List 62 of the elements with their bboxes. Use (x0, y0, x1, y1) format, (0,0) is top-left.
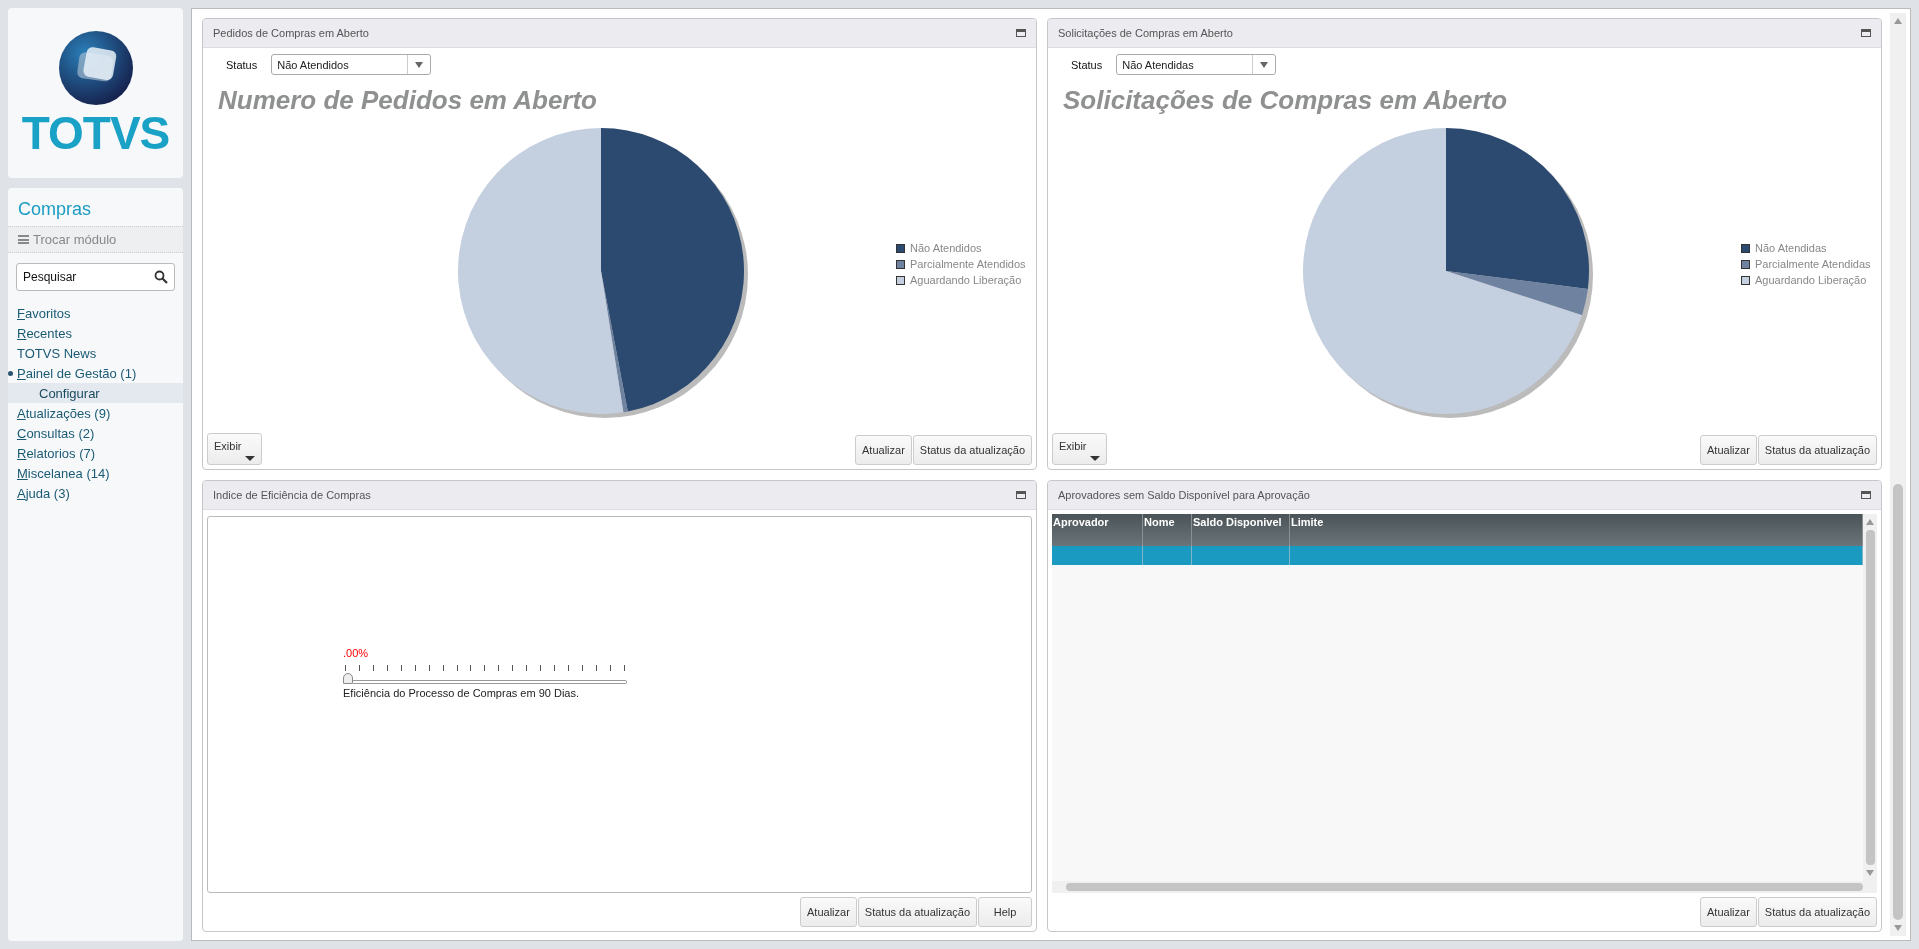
panel-button[interactable]: Status da atualização (912, 435, 1032, 465)
panel-title: Aprovadores sem Saldo Disponível para Aprovação (1058, 489, 1310, 501)
horizontal-scrollbar[interactable] (1052, 881, 1877, 893)
menu-icon (18, 235, 29, 244)
menu-item[interactable]: Ajuda (3) (17, 485, 70, 501)
caret-icon (245, 456, 255, 461)
brand-name: TOTVS (21, 110, 170, 156)
bullet-icon (8, 370, 13, 376)
legend-label: Aguardando Liberação (910, 274, 1022, 286)
gauge-caption: Eficiência do Processo de Compras em 90 Dias. (343, 687, 580, 699)
slider-thumb[interactable] (343, 673, 353, 684)
legend-label: Parcialmente Atendidas (1755, 258, 1871, 270)
page-scrollbar[interactable] (1890, 13, 1906, 936)
panel-button[interactable]: Status da atualização (857, 897, 977, 927)
minimize-icon[interactable] (1861, 491, 1871, 499)
dropdown-arrow-icon (1260, 61, 1269, 68)
column-header[interactable]: Nome (1142, 514, 1192, 546)
menu-item[interactable]: Recentes (17, 325, 72, 341)
status-dropdown[interactable]: Não Atendidas (1116, 54, 1277, 75)
panel-button[interactable]: Help (978, 897, 1032, 927)
panel-button[interactable]: Atualizar (800, 897, 857, 927)
logo-icon (57, 30, 134, 106)
minimize-icon[interactable] (1016, 29, 1026, 37)
dropdown-arrow-icon (415, 61, 424, 68)
panel-button[interactable]: Status da atualização (1757, 897, 1877, 927)
search-icon[interactable] (154, 270, 168, 284)
panel-title: Solicitações de Compras em Aberto (1058, 27, 1233, 39)
menu-item[interactable]: TOTVS News (17, 345, 97, 361)
display-menu-button[interactable]: Exibir (1052, 433, 1107, 465)
menu-item[interactable]: Painel de Gestão (1) (8, 365, 137, 381)
status-label: Status (1071, 58, 1103, 71)
panel-button[interactable]: Atualizar (855, 435, 912, 465)
column-header[interactable]: Saldo Disponivel (1191, 514, 1290, 546)
panel-title: Indice de Eficiência de Compras (213, 489, 371, 501)
menu-item[interactable]: Consultas (2) (17, 425, 95, 441)
status-dropdown[interactable]: Não Atendidos (271, 54, 432, 75)
chart-title: Numero de Pedidos em Aberto (217, 84, 598, 116)
menu-item[interactable]: Atualizações (9) (17, 405, 111, 421)
caret-icon (1090, 456, 1100, 461)
status-label: Status (226, 58, 258, 71)
module-title: Compras (17, 198, 93, 221)
column-header[interactable]: Limite (1289, 514, 1863, 546)
menu-item[interactable]: Relatorios (7) (17, 445, 96, 461)
display-menu-button[interactable]: Exibir (207, 433, 262, 465)
search-field[interactable]: Pesquisar (16, 263, 175, 291)
legend-label: Não Atendidos (910, 242, 982, 254)
minimize-icon[interactable] (1016, 491, 1026, 499)
gauge-reading: .00% (343, 647, 370, 659)
legend-label: Aguardando Liberação (1755, 274, 1867, 286)
chart-title: Solicitações de Compras em Aberto (1062, 84, 1509, 116)
legend-label: Parcialmente Atendidos (910, 258, 1026, 270)
minimize-icon[interactable] (1861, 29, 1871, 37)
vertical-scrollbar[interactable] (1863, 514, 1877, 881)
panel-button[interactable]: Status da atualização (1757, 435, 1877, 465)
menu-item[interactable]: Miscelanea (14) (17, 465, 110, 481)
column-header[interactable]: Aprovador (1052, 514, 1143, 546)
switch-module-label: Trocar módulo (33, 232, 117, 247)
panel-button[interactable]: Atualizar (1700, 435, 1757, 465)
panel-title: Pedidos de Compras em Aberto (213, 27, 369, 39)
legend-label: Não Atendidas (1755, 242, 1827, 254)
panel-button[interactable]: Atualizar (1700, 897, 1757, 927)
menu-item[interactable]: Favoritos (17, 305, 71, 321)
